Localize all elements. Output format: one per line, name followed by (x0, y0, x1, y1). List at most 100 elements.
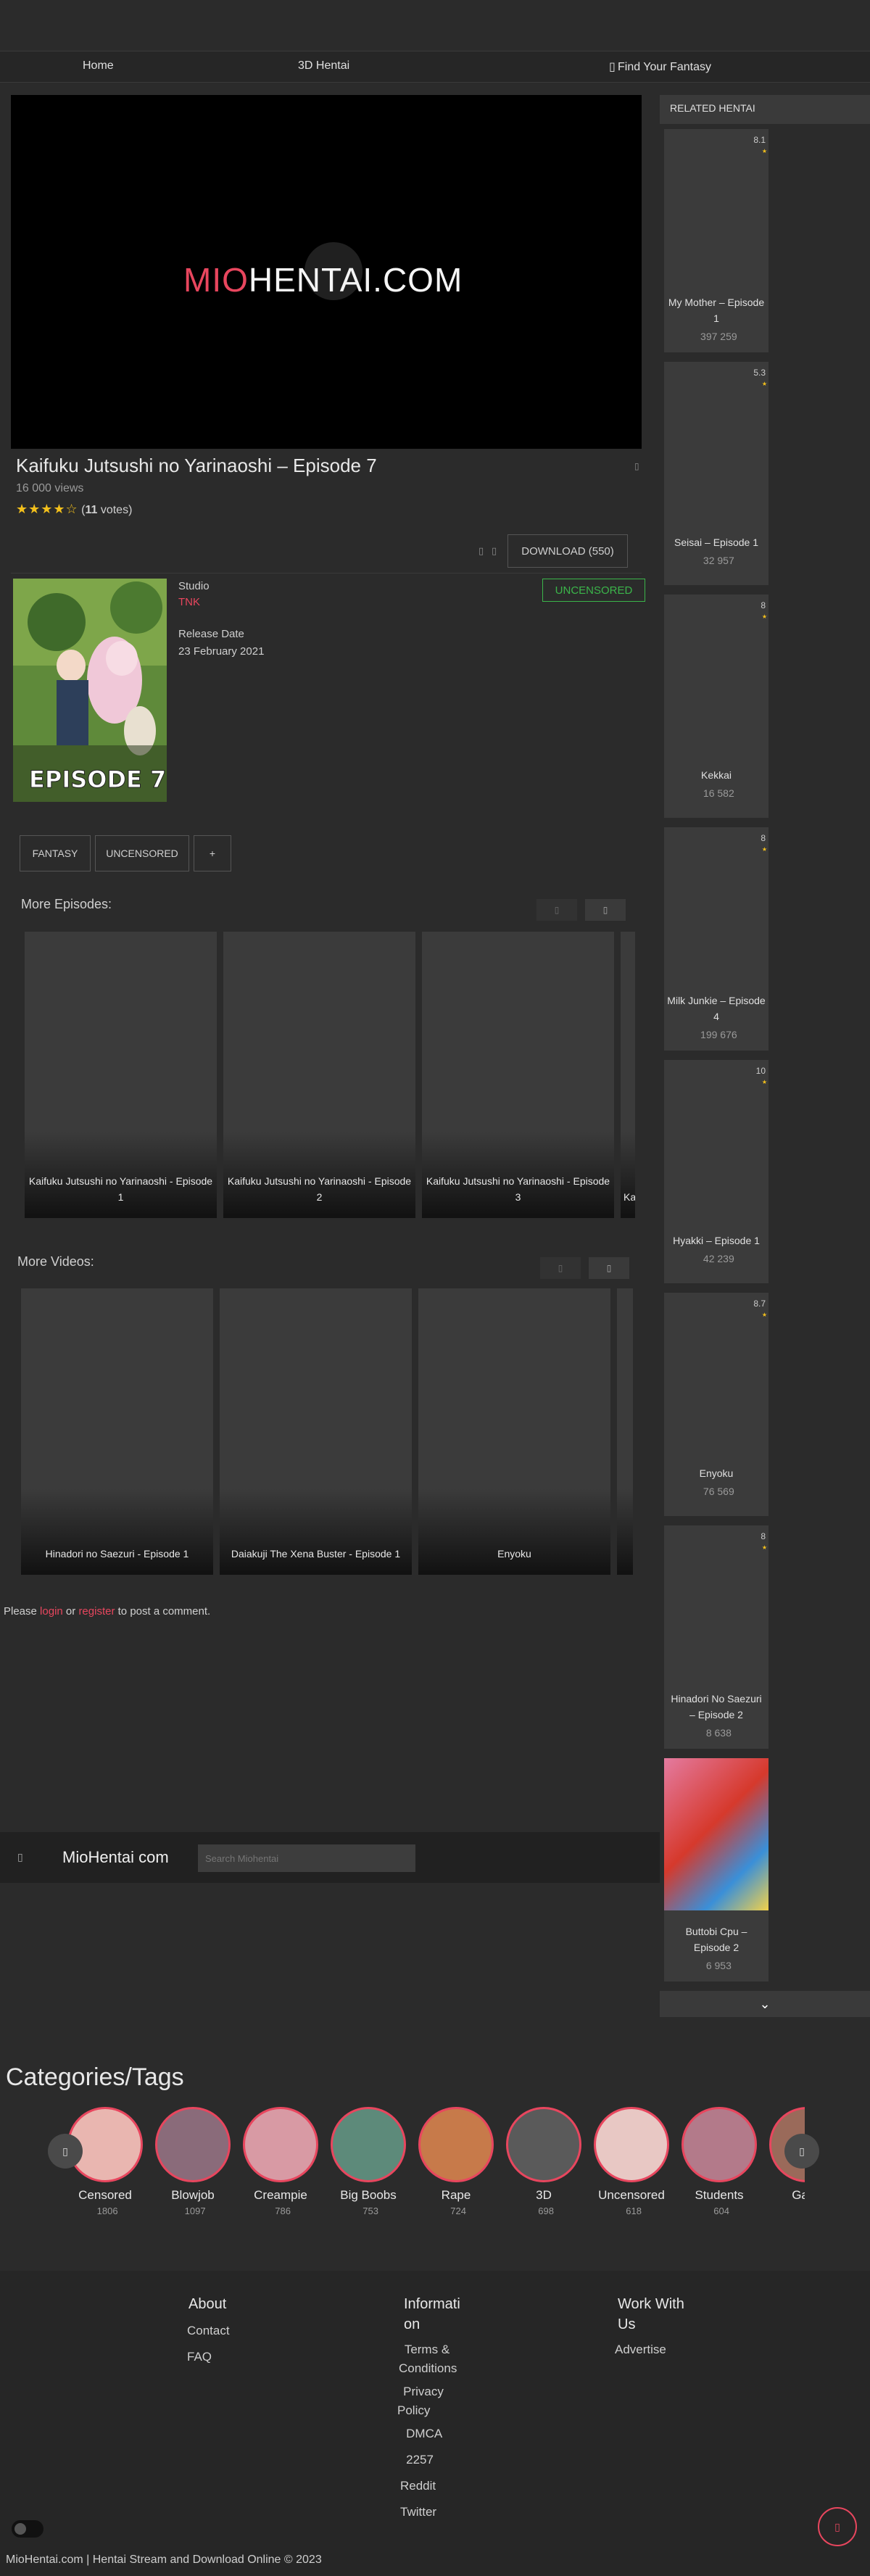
sidebar-expand-button[interactable]: ⌄ (660, 1991, 870, 2017)
scroll-top-button[interactable]: ▯ (818, 2507, 857, 2546)
related-score: 8.7 (753, 1299, 766, 1309)
share-icon[interactable]: ▯ (634, 461, 639, 471)
menu-icon[interactable]: ▯ (17, 1851, 23, 1863)
episode-card[interactable]: Kaifuku Jutsushi no Yarinaoshi - Episode… (223, 932, 415, 1218)
tag-more-button[interactable]: + (194, 835, 231, 871)
video-card-title: Enyoku (497, 1548, 531, 1560)
episodes-prev-button[interactable]: ▯ (536, 899, 577, 921)
related-card[interactable]: 8 ★ Kekkai 16 582 (664, 595, 768, 818)
video-card[interactable]: Enyoku (418, 1288, 610, 1575)
videos-prev-button[interactable]: ▯ (540, 1257, 581, 1279)
related-score: 10 (755, 1066, 766, 1076)
episode-card-title: Ka (624, 1191, 635, 1203)
category-name: Gang (792, 2188, 805, 2202)
related-views: 199 676 (695, 1029, 737, 1040)
footer-contact-link[interactable]: Contact (187, 2322, 230, 2340)
category-count: 1806 (92, 2206, 118, 2216)
poster-episode-text: EPISODE 7 (28, 766, 167, 794)
category-item[interactable]: Students 604 (679, 2107, 759, 2216)
category-name: Creampie (254, 2188, 307, 2202)
footer-faq-link[interactable]: FAQ (187, 2348, 212, 2366)
more-videos-title: More Videos: (17, 1254, 94, 1269)
video-card-title: Hinadori no Saezuri - Episode 1 (45, 1548, 189, 1560)
site-name[interactable]: MioHentai com (62, 1848, 169, 1867)
related-card[interactable]: 8.1 ★ My Mother – Episode 1 397 259 (664, 129, 768, 352)
video-card[interactable]: Daiakuji The Xena Buster - Episode 1 (220, 1288, 412, 1575)
nav-find-label: Find Your Fantasy (615, 61, 711, 73)
related-score: 8 (761, 600, 766, 610)
category-item-clipped[interactable]: Gang 4 (767, 2107, 805, 2230)
footer-advertise-link[interactable]: Advertise (615, 2340, 666, 2359)
related-views: 76 569 (698, 1486, 734, 1497)
star-icon: ★ (761, 1312, 767, 1318)
category-item[interactable]: Rape 724 (416, 2107, 496, 2216)
video-player[interactable]: MIOHENTAI.COM (11, 95, 642, 449)
episode-title: Kaifuku Jutsushi no Yarinaoshi – Episode… (16, 455, 377, 476)
category-item[interactable]: Big Boobs 753 (328, 2107, 408, 2216)
related-card[interactable]: Buttobi Cpu – Episode 2 6 953 (664, 1758, 768, 1981)
dislike-icon[interactable]: ▯ (492, 545, 497, 557)
footer-terms-link[interactable]: Terms & Conditions (399, 2340, 471, 2378)
category-image (331, 2107, 406, 2182)
category-name: Big Boobs (340, 2188, 397, 2202)
login-link[interactable]: login (40, 1605, 63, 1618)
player-watermark-logo: MIOHENTAI.COM (183, 260, 463, 299)
chevron-right-icon: ▯ (602, 905, 608, 915)
episode-card-title: Kaifuku Jutsushi no Yarinaoshi - Episode… (227, 1175, 412, 1203)
related-score: 8 (761, 833, 766, 843)
related-card[interactable]: 8 ★ Hinadori No Saezuri – Episode 2 8 638 (664, 1525, 768, 1749)
tag-fantasy[interactable]: FANTASY (20, 835, 91, 871)
related-card[interactable]: 8.7 ★ Enyoku 76 569 (664, 1293, 768, 1516)
category-item[interactable]: Uncensored 618 (592, 2107, 671, 2216)
category-count: 698 (534, 2206, 554, 2216)
episode-card[interactable]: Ka (621, 932, 635, 1218)
nav-3d-hentai[interactable]: 3D Hentai (298, 59, 349, 73)
category-item[interactable]: 3D 698 (504, 2107, 584, 2216)
category-image (243, 2107, 318, 2182)
episode-card-title: Kaifuku Jutsushi no Yarinaoshi - Episode… (426, 1175, 610, 1203)
episode-card[interactable]: Kaifuku Jutsushi no Yarinaoshi - Episode… (25, 932, 217, 1218)
search-input[interactable] (198, 1844, 415, 1872)
categories-prev-button[interactable]: ▯ (48, 2134, 83, 2169)
comment-post: to post a comment. (115, 1605, 211, 1618)
episodes-next-button[interactable]: ▯ (585, 899, 626, 921)
categories-next-button[interactable]: ▯ (784, 2134, 819, 2169)
related-hentai-header: RELATED HENTAI (660, 95, 870, 124)
video-card[interactable]: Hinadori no Saezuri - Episode 1 (21, 1288, 213, 1575)
category-name: Censored (78, 2188, 132, 2202)
footer-2257-link[interactable]: 2257 (400, 2451, 434, 2469)
category-item[interactable]: Blowjob 1097 (153, 2107, 233, 2216)
video-card[interactable] (617, 1288, 633, 1575)
view-count: 16 000 views (16, 482, 84, 494)
category-image (506, 2107, 581, 2182)
rating-stars[interactable]: ★★★★☆ (16, 502, 78, 516)
videos-next-button[interactable]: ▯ (589, 1257, 629, 1279)
download-button[interactable]: DOWNLOAD (550) (508, 534, 628, 568)
related-card[interactable]: 8 ★ Milk Junkie – Episode 4 199 676 (664, 827, 768, 1051)
episode-card[interactable]: Kaifuku Jutsushi no Yarinaoshi - Episode… (422, 932, 614, 1218)
related-title: Enyoku (699, 1467, 734, 1479)
footer-dmca-link[interactable]: DMCA (400, 2424, 442, 2443)
related-title: Hyakki – Episode 1 (673, 1235, 760, 1246)
nav-find-fantasy[interactable]: ▯ Find Your Fantasy (609, 59, 711, 74)
chevron-down-icon: ⌄ (759, 1996, 771, 2011)
related-card[interactable]: 10 ★ Hyakki – Episode 1 42 239 (664, 1060, 768, 1283)
related-card[interactable]: 5.3 ★ Seisai – Episode 1 32 957 (664, 362, 768, 585)
footer-reddit-link[interactable]: Reddit (400, 2477, 436, 2496)
footer-twitter-link[interactable]: Twitter (400, 2503, 436, 2522)
footer: About Contact FAQ Informati on Terms & C… (0, 2271, 870, 2576)
category-count: 1097 (180, 2206, 206, 2216)
chevron-left-icon: ▯ (62, 2145, 68, 2157)
comment-prompt: Please login or register to post a comme… (4, 1605, 210, 1618)
like-icon[interactable]: ▯ (478, 545, 484, 557)
theme-toggle[interactable] (12, 2520, 44, 2538)
tag-uncensored[interactable]: UNCENSORED (95, 835, 189, 871)
category-item[interactable]: Creampie 786 (241, 2107, 320, 2216)
chevron-left-icon: ▯ (554, 905, 560, 915)
register-link[interactable]: register (78, 1605, 115, 1618)
nav-home[interactable]: Home (83, 59, 114, 73)
related-views: 8 638 (701, 1727, 732, 1739)
footer-privacy-link[interactable]: Privacy Policy (397, 2382, 470, 2420)
category-count: 604 (709, 2206, 729, 2216)
studio-link[interactable]: TNK (178, 596, 200, 608)
